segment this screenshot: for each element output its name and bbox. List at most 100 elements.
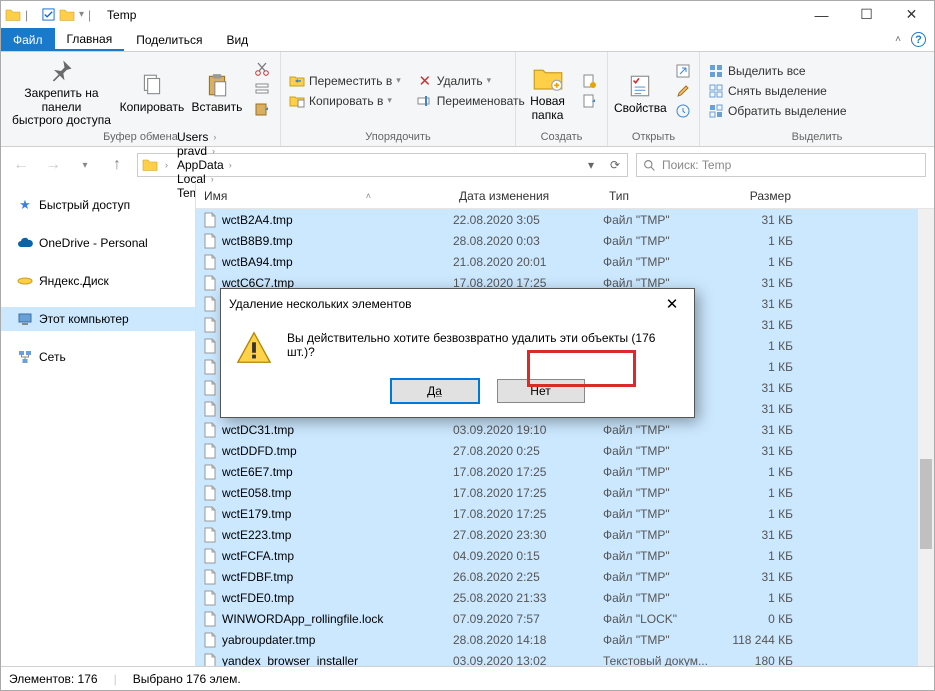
sidebar-quick-access[interactable]: ★ Быстрый доступ [1, 193, 195, 217]
nav-up-button[interactable]: ↑ [105, 153, 129, 177]
nav-forward-button[interactable]: → [41, 153, 65, 177]
maximize-button[interactable]: ☐ [844, 1, 889, 28]
qa-folder-icon[interactable] [59, 7, 75, 23]
close-button[interactable]: ✕ [889, 1, 934, 28]
edit-icon[interactable] [675, 83, 691, 99]
rename-icon [417, 93, 433, 109]
file-size: 31 КБ [723, 297, 803, 311]
file-row[interactable]: wctDDFD.tmp27.08.2020 0:25Файл "TMP"31 К… [196, 440, 934, 461]
paste-shortcut-icon[interactable] [254, 101, 270, 117]
col-date[interactable]: Дата изменения [451, 189, 601, 203]
delete-button[interactable]: ✕ Удалить ▾ [415, 72, 527, 90]
file-row[interactable]: wctE179.tmp17.08.2020 17:25Файл "TMP"1 К… [196, 503, 934, 524]
refresh-button[interactable]: ⟳ [603, 154, 627, 176]
scroll-thumb[interactable] [920, 459, 932, 549]
file-row[interactable]: wctBA94.tmp21.08.2020 20:01Файл "TMP"1 К… [196, 251, 934, 272]
file-type: Файл "TMP" [603, 465, 723, 479]
file-icon [202, 569, 218, 585]
col-name[interactable]: Имя ˄ [196, 189, 451, 203]
file-row[interactable]: wctE223.tmp27.08.2020 23:30Файл "TMP"31 … [196, 524, 934, 545]
tab-share[interactable]: Поделиться [124, 28, 214, 51]
file-row[interactable]: yandex_browser_installer03.09.2020 13:02… [196, 650, 934, 666]
file-row[interactable]: wctE058.tmp17.08.2020 17:25Файл "TMP"1 К… [196, 482, 934, 503]
file-row[interactable]: yabroupdater.tmp28.08.2020 14:18Файл "TM… [196, 629, 934, 650]
status-selected: Выбрано 176 элем. [133, 672, 241, 686]
file-name: wctFDE0.tmp [222, 591, 453, 605]
tab-view[interactable]: Вид [214, 28, 260, 51]
breadcrumb-segment[interactable]: pravd› [175, 144, 237, 158]
file-size: 31 КБ [723, 402, 803, 416]
copy-path-icon[interactable] [254, 81, 270, 97]
file-icon [202, 548, 218, 564]
new-item-icon[interactable] [581, 73, 597, 89]
file-name: wctFDBF.tmp [222, 570, 453, 584]
qa-overflow-icon[interactable]: ▾ [79, 9, 84, 20]
dialog-close-button[interactable]: ✕ [658, 293, 686, 315]
file-date: 17.08.2020 17:25 [453, 465, 603, 479]
search-placeholder: Поиск: Temp [662, 158, 731, 172]
file-type: Файл "TMP" [603, 633, 723, 647]
paste-label: Вставить [192, 101, 243, 114]
ribbon: Закрепить на панели быстрого доступа Коп… [1, 52, 934, 147]
breadcrumb-segment[interactable]: Users› [175, 130, 237, 144]
file-size: 0 КБ [723, 612, 803, 626]
address-dropdown-button[interactable]: ▾ [579, 154, 603, 176]
file-icon [202, 275, 218, 291]
file-icon [202, 443, 218, 459]
minimize-button[interactable]: — [799, 1, 844, 28]
properties-button[interactable]: Свойства [614, 66, 667, 115]
move-to-button[interactable]: Переместить в ▾ [287, 72, 403, 90]
file-row[interactable]: wctDC31.tmp03.09.2020 19:10Файл "TMP"31 … [196, 419, 934, 440]
breadcrumb-segment[interactable]: AppData› [175, 158, 237, 172]
qa-properties-icon[interactable] [42, 8, 55, 22]
dialog-no-button[interactable]: Нет [497, 379, 585, 403]
file-row[interactable]: wctB8B9.tmp28.08.2020 0:03Файл "TMP"1 КБ [196, 230, 934, 251]
col-type[interactable]: Тип [601, 189, 721, 203]
file-name: wctB2A4.tmp [222, 213, 453, 227]
nav-recent-button[interactable]: ▾ [73, 153, 97, 177]
invert-selection-button[interactable]: Обратить выделение [706, 102, 849, 120]
tab-home[interactable]: Главная [55, 28, 125, 51]
ribbon-collapse-icon[interactable]: ˄ [895, 34, 901, 45]
file-size: 31 КБ [723, 318, 803, 332]
scrollbar[interactable] [918, 209, 934, 666]
select-all-button[interactable]: Выделить все [706, 62, 849, 80]
file-icon [202, 254, 218, 270]
nav-back-button[interactable]: ← [9, 153, 33, 177]
tab-file[interactable]: Файл [1, 28, 55, 51]
dialog-yes-button[interactable]: Да [391, 379, 479, 403]
open-icon[interactable] [675, 63, 691, 79]
file-name: wctE058.tmp [222, 486, 453, 500]
sidebar-onedrive[interactable]: OneDrive - Personal [1, 231, 195, 255]
search-input[interactable]: Поиск: Temp [636, 153, 926, 177]
copy-button[interactable]: Копировать [120, 65, 184, 114]
sidebar-network[interactable]: Сеть [1, 345, 195, 369]
file-row[interactable]: WINWORDApp_rollingfile.lock07.09.2020 7:… [196, 608, 934, 629]
cut-icon[interactable] [254, 61, 270, 77]
file-row[interactable]: wctFDE0.tmp25.08.2020 21:33Файл "TMP"1 К… [196, 587, 934, 608]
paste-button[interactable]: Вставить [188, 65, 246, 114]
copy-to-button[interactable]: Копировать в ▾ [287, 92, 403, 110]
address-bar[interactable]: › Users›pravd›AppData›Local›Temp› ▾ ⟳ [137, 153, 628, 177]
help-icon[interactable]: ? [911, 32, 926, 47]
col-size[interactable]: Размер [721, 189, 801, 203]
file-row[interactable]: wctFDBF.tmp26.08.2020 2:25Файл "TMP"31 К… [196, 566, 934, 587]
file-row[interactable]: wctB2A4.tmp22.08.2020 3:05Файл "TMP"31 К… [196, 209, 934, 230]
pin-quick-access-button[interactable]: Закрепить на панели быстрого доступа [7, 51, 116, 127]
select-none-button[interactable]: Снять выделение [706, 82, 849, 100]
rename-button[interactable]: Переименовать [415, 92, 527, 110]
breadcrumb-root-chevron[interactable]: › [160, 160, 173, 170]
file-row[interactable]: wctE6E7.tmp17.08.2020 17:25Файл "TMP"1 К… [196, 461, 934, 482]
file-size: 31 КБ [723, 444, 803, 458]
sidebar-yandex-disk[interactable]: Яндекс.Диск [1, 269, 195, 293]
easy-access-icon[interactable] [581, 93, 597, 109]
sort-indicator-icon: ˄ [366, 191, 451, 201]
file-row[interactable]: wctFCFA.tmp04.09.2020 0:15Файл "TMP"1 КБ [196, 545, 934, 566]
status-count: Элементов: 176 [9, 672, 98, 686]
file-type: Файл "LOCK" [603, 612, 723, 626]
select-none-icon [708, 83, 724, 99]
history-icon[interactable] [675, 103, 691, 119]
sidebar-this-pc[interactable]: Этот компьютер [1, 307, 195, 331]
new-folder-button[interactable]: Новая папка [522, 59, 573, 121]
ribbon-tabs: Файл Главная Поделиться Вид ˄ ? [1, 28, 934, 52]
